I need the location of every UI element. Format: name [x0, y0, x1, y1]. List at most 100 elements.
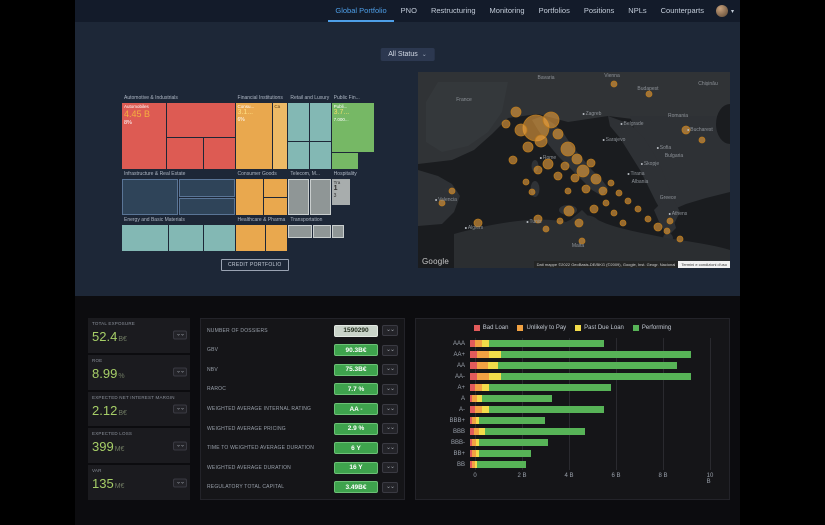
expand-icon[interactable]: ⌄⌄ — [173, 441, 187, 451]
nav-tab-counterparts[interactable]: Counterparts — [654, 0, 711, 22]
map-marker[interactable] — [570, 173, 580, 183]
legend-item-past-due-loan[interactable]: Past Due Loan — [575, 325, 624, 331]
nav-tab-positions[interactable]: Positions — [577, 0, 621, 22]
map-marker[interactable] — [590, 173, 602, 185]
map-marker[interactable] — [576, 164, 590, 178]
map-marker[interactable] — [653, 222, 663, 232]
treemap-tile-travel[interactable]: Tra 1 3 — [331, 179, 350, 205]
expand-icon[interactable]: ⌄⌄ — [173, 367, 187, 377]
treemap-tile[interactable] — [167, 103, 235, 137]
kpi-card-roe[interactable]: ROE 8.99% ⌄⌄ — [88, 354, 190, 390]
treemap-tile[interactable] — [167, 138, 204, 169]
user-avatar[interactable] — [715, 5, 728, 17]
map-marker[interactable] — [560, 141, 576, 157]
nav-tab-pno[interactable]: PNO — [394, 0, 424, 22]
treemap-tile[interactable] — [169, 225, 203, 251]
expand-icon[interactable]: ⌄⌄ — [382, 462, 398, 474]
treemap-tile[interactable] — [235, 179, 263, 215]
expand-icon[interactable]: ⌄⌄ — [173, 478, 187, 488]
kpi-card-expected-loss[interactable]: EXPECTED LOSS 399M€ ⌄⌄ — [88, 428, 190, 464]
nav-tab-global-portfolio[interactable]: Global Portfolio — [328, 0, 394, 22]
expand-icon[interactable]: ⌄⌄ — [382, 423, 398, 435]
map-marker[interactable] — [560, 161, 570, 171]
treemap-tile[interactable] — [288, 103, 310, 141]
kpi-card-expected-net-interest-margin[interactable]: EXPECTED NET INTEREST MARGIN 2.12B€ ⌄⌄ — [88, 391, 190, 427]
treemap-tile[interactable] — [310, 179, 331, 215]
map-marker[interactable] — [589, 204, 599, 214]
expand-icon[interactable]: ⌄⌄ — [173, 404, 187, 414]
map-marker[interactable] — [522, 141, 534, 153]
nav-tab-monitoring[interactable]: Monitoring — [483, 0, 532, 22]
expand-icon[interactable]: ⌄⌄ — [382, 383, 398, 395]
map-marker[interactable] — [666, 217, 674, 225]
treemap-tile[interactable] — [288, 225, 313, 238]
map-marker[interactable] — [510, 106, 522, 118]
map-marker[interactable] — [448, 187, 456, 195]
map-marker[interactable] — [634, 205, 642, 213]
treemap-tile[interactable] — [288, 179, 310, 215]
treemap-tile[interactable] — [310, 103, 331, 141]
map-marker[interactable] — [610, 80, 618, 88]
map-marker[interactable] — [663, 227, 671, 235]
map-marker[interactable] — [610, 209, 618, 217]
map-marker[interactable] — [553, 171, 563, 181]
expand-icon[interactable]: ⌄⌄ — [382, 442, 398, 454]
map-marker[interactable] — [501, 119, 511, 129]
map-marker[interactable] — [508, 155, 518, 165]
legend-item-unlikely-to-pay[interactable]: Unlikely to Pay — [517, 325, 566, 331]
expand-icon[interactable]: ⌄⌄ — [382, 481, 398, 493]
map-marker[interactable] — [619, 219, 627, 227]
map-marker[interactable] — [598, 186, 608, 196]
map-marker[interactable] — [586, 158, 596, 168]
expand-icon[interactable]: ⌄⌄ — [382, 364, 398, 376]
status-filter-dropdown[interactable]: All Status ⌄ — [380, 48, 435, 61]
map-marker[interactable] — [563, 205, 575, 217]
treemap-tile[interactable] — [313, 225, 332, 238]
treemap-tile-public[interactable]: Publi... 3.7... 7.000... — [331, 103, 374, 152]
treemap-tile[interactable] — [179, 179, 235, 197]
treemap-tile-consumer-finance[interactable]: Consu... 3.1... 6% — [235, 103, 273, 169]
expand-icon[interactable]: ⌄⌄ — [382, 325, 398, 337]
map-marker[interactable] — [514, 123, 528, 137]
map-marker[interactable] — [542, 225, 550, 233]
map-marker[interactable] — [564, 187, 572, 195]
expand-icon[interactable]: ⌄⌄ — [382, 344, 398, 356]
map-marker[interactable] — [571, 153, 583, 165]
treemap-tile[interactable] — [235, 225, 266, 251]
treemap-tile[interactable] — [122, 225, 169, 251]
map-marker[interactable] — [676, 235, 684, 243]
treemap-tile[interactable] — [332, 225, 345, 238]
map[interactable]: Google Dati mappe ©2022 GeoBasis-DE/BKG … — [418, 72, 730, 268]
map-marker[interactable] — [698, 136, 706, 144]
kpi-card-total-exposure[interactable]: TOTAL EXPOSURE 52.4B€ ⌄⌄ — [88, 318, 190, 353]
legend-item-performing[interactable]: Performing — [632, 325, 671, 331]
treemap-tile[interactable]: Ca — [273, 103, 288, 169]
kpi-card-var[interactable]: VAR 135M€ ⌄⌄ — [88, 465, 190, 500]
map-marker[interactable] — [624, 197, 632, 205]
map-marker[interactable] — [615, 189, 623, 197]
treemap-tile[interactable] — [331, 153, 358, 169]
treemap-tile[interactable] — [263, 179, 288, 197]
nav-tab-npls[interactable]: NPLs — [621, 0, 653, 22]
nav-tab-restructuring[interactable]: Restructuring — [424, 0, 483, 22]
map-marker[interactable] — [607, 179, 615, 187]
expand-icon[interactable]: ⌄⌄ — [173, 330, 187, 340]
treemap-tile[interactable] — [204, 138, 235, 169]
map-marker[interactable] — [644, 215, 652, 223]
map-marker[interactable] — [528, 188, 536, 196]
nav-tab-portfolios[interactable]: Portfolios — [532, 0, 577, 22]
treemap-tile[interactable] — [203, 225, 235, 251]
credit-portfolio-button[interactable]: CREDIT PORTFOLIO — [221, 259, 289, 271]
map-marker[interactable] — [542, 111, 560, 129]
treemap-tile[interactable] — [288, 142, 310, 169]
user-menu[interactable]: ▾ — [715, 0, 734, 22]
map-marker[interactable] — [556, 217, 564, 225]
map-marker[interactable] — [552, 128, 564, 140]
treemap-tile[interactable] — [310, 142, 331, 169]
map-marker[interactable] — [533, 165, 543, 175]
map-terms-link[interactable]: Termini e condizioni d'uso — [678, 261, 730, 268]
treemap-tile[interactable] — [263, 197, 288, 215]
treemap-tile[interactable] — [266, 225, 288, 251]
expand-icon[interactable]: ⌄⌄ — [382, 403, 398, 415]
treemap-tile[interactable] — [122, 179, 178, 215]
